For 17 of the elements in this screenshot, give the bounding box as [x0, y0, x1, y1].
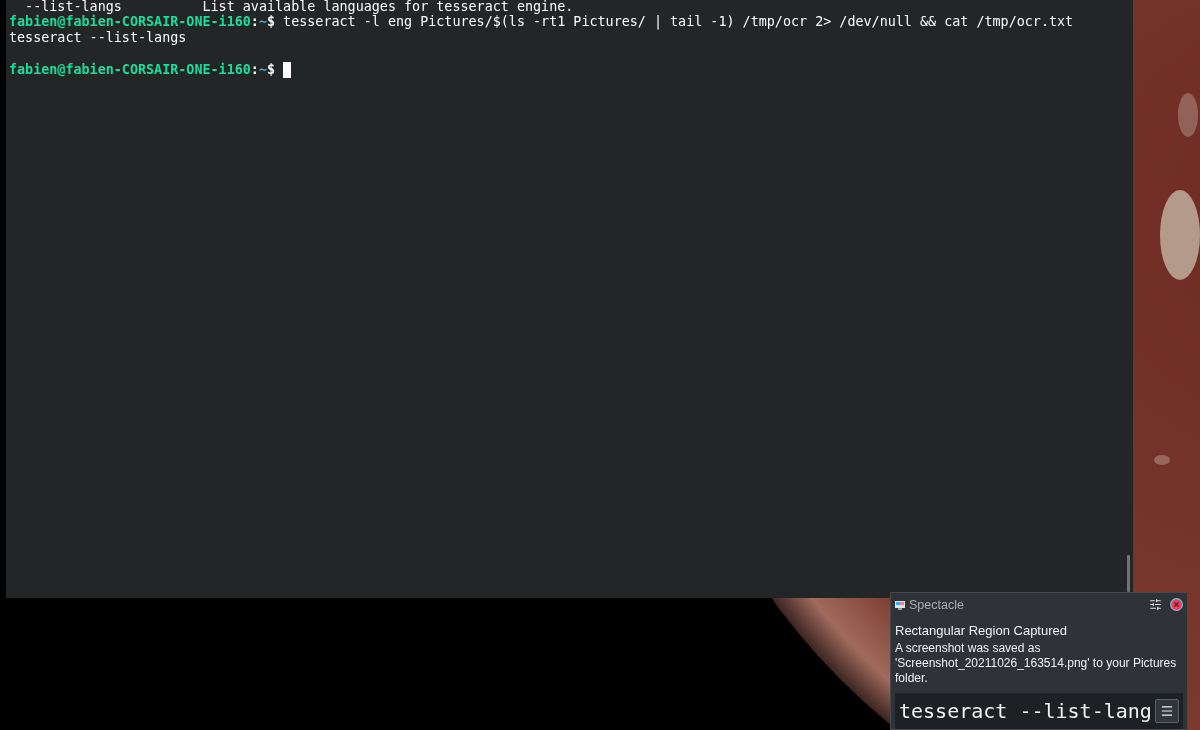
- scrollbar-thumb[interactable]: [1127, 555, 1130, 592]
- preview-text: tesseract --list-lang: [899, 698, 1152, 723]
- app-name: Spectacle: [909, 597, 964, 612]
- option-description: List available languages for tesseract engine.: [202, 0, 574, 14]
- output-text: tesseract --list-langs: [9, 30, 187, 46]
- option-text: --list-langs: [25, 0, 122, 14]
- notification-body: A screenshot was saved as 'Screenshot_20211026_163514.png' to your Pictures folder.: [895, 640, 1178, 686]
- screenshot-preview[interactable]: tesseract --list-lang: [895, 692, 1183, 729]
- notification-title: Rectangular Region Captured: [895, 621, 1068, 639]
- screen-icon: [895, 599, 905, 610]
- command-text: tesseract -l eng Pictures/$(ls -rt1 Pictures/ | tail -1) /tmp/ocr 2> /dev/null && cat /tmp/ocr.txt: [283, 14, 1074, 30]
- sliders-icon[interactable]: [1149, 598, 1162, 612]
- menu-button[interactable]: [1155, 698, 1179, 723]
- close-icon[interactable]: [1170, 598, 1183, 612]
- menu-icon: [1160, 703, 1174, 718]
- prompt-text: fabien@fabien-CORSAIR-ONE-i160:~$: [9, 62, 276, 78]
- prompt-text: fabien@fabien-CORSAIR-ONE-i160:~$: [9, 14, 276, 30]
